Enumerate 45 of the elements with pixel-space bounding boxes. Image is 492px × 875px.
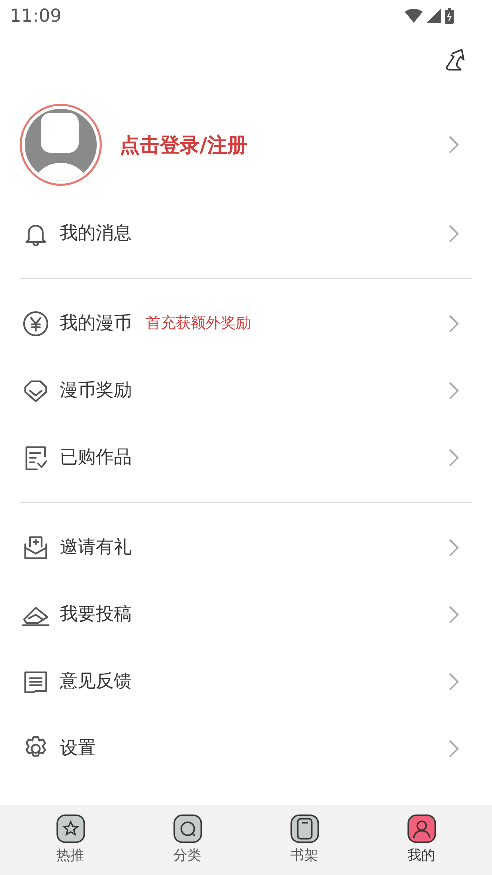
menu-label: 我要投稿 (60, 603, 132, 627)
nav-label: 书架 (290, 846, 318, 866)
search-icon (172, 814, 202, 844)
menu-item[interactable]: 意见反馈 (0, 648, 492, 715)
signal-icon (427, 9, 441, 23)
menu-item[interactable]: 设置 (0, 715, 492, 782)
nav-tab[interactable]: 热推 (40, 814, 100, 866)
menu-item[interactable]: 漫币奖励 (0, 357, 492, 424)
login-row[interactable]: 点击登录/注册 (0, 92, 492, 198)
chevron-right-icon (448, 738, 460, 758)
chevron-right-icon (448, 314, 460, 334)
menu-label: 我的漫币 (60, 312, 132, 336)
nav-label: 热推 (56, 846, 84, 866)
chevron-right-icon (448, 604, 460, 624)
menu-item[interactable]: 邀请有礼 (0, 514, 492, 581)
chevron-right-icon (448, 380, 460, 400)
promo-text: 首充获额外奖励 (146, 313, 251, 334)
login-register-text[interactable]: 点击登录/注册 (120, 130, 448, 160)
chevron-right-icon (448, 672, 460, 692)
chevron-right-icon (448, 224, 460, 244)
menu-label: 已购作品 (60, 446, 132, 470)
nav-tab[interactable]: 我的 (392, 814, 452, 866)
wifi-icon (405, 9, 423, 23)
menu-label: 漫币奖励 (60, 379, 132, 403)
menu-item[interactable]: 我要投稿 (0, 581, 492, 648)
chevron-right-icon (448, 448, 460, 468)
nav-label: 我的 (408, 846, 436, 866)
menu-item[interactable]: 已购作品 (0, 424, 492, 491)
status-time: 11:09 (10, 4, 62, 28)
yen-coin-icon (22, 310, 50, 338)
menu-label: 设置 (60, 737, 96, 761)
menu-item[interactable]: 我的消息 (0, 200, 492, 267)
menu-item[interactable]: 我的漫币 首充获额外奖励 (0, 290, 492, 357)
nav-label: 分类 (174, 846, 202, 866)
book-icon (290, 814, 320, 844)
menu-label: 邀请有礼 (60, 536, 132, 560)
battery-icon (445, 8, 454, 24)
chevron-right-icon (448, 538, 460, 558)
person-icon (406, 814, 436, 844)
nav-tab[interactable]: 分类 (158, 814, 218, 866)
menu-label: 意见反馈 (60, 670, 132, 694)
menu-label: 我的消息 (60, 222, 132, 246)
chevron-right-icon (448, 135, 460, 155)
envelope-plus-icon (22, 534, 50, 562)
nav-tab[interactable]: 书架 (274, 814, 334, 866)
